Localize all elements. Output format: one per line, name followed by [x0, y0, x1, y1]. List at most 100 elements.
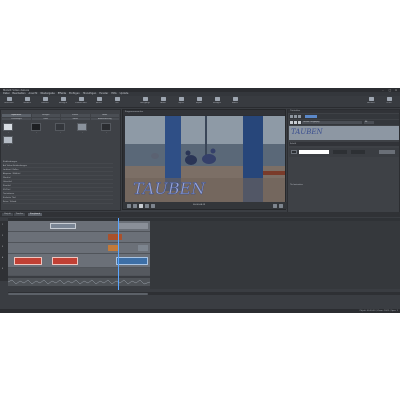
track-label[interactable]: 4: [2, 257, 3, 259]
audio-track[interactable]: [7, 278, 151, 286]
prev-frame-icon[interactable]: [133, 203, 137, 208]
settings-icon[interactable]: [279, 203, 283, 208]
title-clip[interactable]: [52, 257, 78, 265]
tab-import[interactable]: Importieren: [2, 114, 31, 117]
fullscreen-icon[interactable]: [273, 203, 277, 208]
tab-timeline[interactable]: Timeline: [14, 213, 25, 216]
templates-button[interactable]: Vorlagen: [210, 97, 224, 107]
align-center-icon[interactable]: [294, 115, 297, 118]
object-button[interactable]: Objekt: [174, 97, 188, 107]
title-clip[interactable]: [108, 234, 122, 240]
title-clip[interactable]: [108, 245, 118, 251]
tab-audio[interactable]: Audio: [90, 114, 119, 117]
template-thumb[interactable]: Vorlage 1: [3, 123, 13, 133]
tab-project[interactable]: Projekt: [2, 213, 13, 216]
export-button[interactable]: Export: [192, 97, 206, 107]
template-thumb[interactable]: Vorlage 3: [55, 123, 65, 133]
format-toolbar: Lucida Calligraphy 96: [289, 120, 399, 125]
video-clip-selected[interactable]: [116, 257, 148, 265]
opacity-field[interactable]: [333, 150, 347, 154]
insert-icon: [60, 97, 66, 101]
object-icon: [178, 97, 184, 101]
track-label[interactable]: 3: [2, 246, 3, 248]
audio-button[interactable]: Audio: [156, 97, 170, 107]
effects-button[interactable]: Effekte: [92, 97, 106, 107]
animation-label: Titelanimation: [290, 184, 303, 186]
rewind-icon[interactable]: [127, 203, 131, 208]
font-select[interactable]: Lucida Calligraphy: [302, 121, 362, 124]
marker-icon: [232, 97, 238, 101]
outline-field[interactable]: [351, 150, 365, 154]
font-size-field[interactable]: 96: [364, 121, 374, 124]
insert-button[interactable]: Einfügen: [56, 97, 70, 107]
video-frame-image: TAUBEN: [125, 116, 285, 203]
underline-icon[interactable]: [298, 121, 301, 124]
scissors-icon: [6, 97, 12, 101]
timeline-empty-area[interactable]: [150, 221, 400, 289]
preview-tab[interactable]: Programmmonitor: [123, 110, 285, 115]
audio-waveform: [7, 279, 151, 285]
tab-effects[interactable]: Effekte: [61, 114, 90, 117]
status-right: Objekt: 00:00:00 | Zoom: 100% | Spur: 1: [359, 310, 399, 312]
title-button[interactable]: Titel: [110, 97, 124, 107]
preview-monitor: Programmmonitor TAUBEN 00:00:04:19: [122, 109, 287, 210]
color-bar[interactable]: [299, 150, 329, 154]
trim-button[interactable]: Trimmen: [20, 97, 34, 107]
burn-button[interactable]: Brennen: [364, 97, 378, 107]
title-overlay-text[interactable]: TAUBEN: [133, 179, 207, 198]
status-bar: Objekt: 00:00:00 | Zoom: 100% | Spur: 1: [0, 309, 400, 313]
track-label[interactable]: 1: [2, 224, 3, 226]
tab-photos[interactable]: Fotos: [31, 117, 60, 120]
marker-button[interactable]: Marker: [228, 97, 242, 107]
video-clip[interactable]: [118, 223, 148, 229]
list-item[interactable]: Reise / Urlaub: [3, 200, 113, 204]
app-window: MAGIX Video deluxe – □ × Datei Bearbeite…: [0, 88, 400, 313]
title-icon: [114, 97, 120, 101]
tab-videos[interactable]: Videos: [61, 117, 90, 120]
category-list: Einblendungen Auf Video-Einblendungen La…: [3, 160, 113, 204]
tab-title-templates[interactable]: Titelvorlagen: [2, 117, 31, 120]
effects-icon: [96, 97, 102, 101]
color-swatch[interactable]: [291, 150, 297, 154]
export-icon: [196, 97, 202, 101]
next-frame-icon[interactable]: [145, 203, 149, 208]
fast-forward-icon[interactable]: [151, 203, 155, 208]
text-style-selector[interactable]: [305, 115, 317, 118]
template-thumb[interactable]: Vorlage 6: [3, 136, 13, 146]
tab-templates[interactable]: Vorlagen: [31, 114, 60, 117]
video-frame[interactable]: TAUBEN: [125, 116, 285, 203]
tab-storyboard[interactable]: Storyboard: [28, 213, 42, 216]
scroll-thumb[interactable]: [8, 292, 148, 295]
template-thumb[interactable]: Vorlage 5: [101, 123, 111, 133]
align-left-icon[interactable]: [290, 115, 293, 118]
transitions-button[interactable]: Übergänge: [138, 97, 152, 107]
track-lane: [8, 254, 150, 268]
template-thumb[interactable]: Vorlage 4: [77, 123, 87, 133]
share-button[interactable]: Teilen: [382, 97, 396, 107]
cut-button[interactable]: Schneiden: [2, 97, 16, 107]
horizontal-scrollbar[interactable]: [8, 292, 400, 295]
track-headers: 1 2 3 4 5: [0, 221, 8, 281]
track-label[interactable]: 5: [2, 268, 3, 270]
italic-icon[interactable]: [294, 121, 297, 124]
video-clip[interactable]: [138, 245, 148, 251]
disc-icon: [368, 97, 374, 101]
tab-image-editing[interactable]: Bildbearbeitung: [90, 117, 119, 120]
video-clip[interactable]: [50, 223, 76, 229]
bold-icon[interactable]: [290, 121, 293, 124]
template-thumb[interactable]: Vorlage 2: [31, 123, 41, 133]
panel-header: Titeleditor: [288, 110, 399, 113]
track-label[interactable]: 2: [2, 235, 3, 237]
crop-button[interactable]: Zuschneiden: [74, 97, 88, 107]
title-preview-box[interactable]: TAUBEN: [289, 126, 399, 140]
apply-button[interactable]: [379, 150, 395, 154]
playhead[interactable]: [118, 218, 119, 290]
play-icon[interactable]: [139, 203, 143, 208]
title-clip[interactable]: [14, 257, 42, 265]
delete-button[interactable]: Löschen: [38, 97, 52, 107]
media-pool-tabs: Importieren Vorlagen Effekte Audio Titel…: [2, 114, 119, 120]
crop-icon: [78, 97, 84, 101]
align-right-icon[interactable]: [298, 115, 301, 118]
trim-icon: [24, 97, 30, 101]
editor-toolbar: [289, 114, 399, 119]
